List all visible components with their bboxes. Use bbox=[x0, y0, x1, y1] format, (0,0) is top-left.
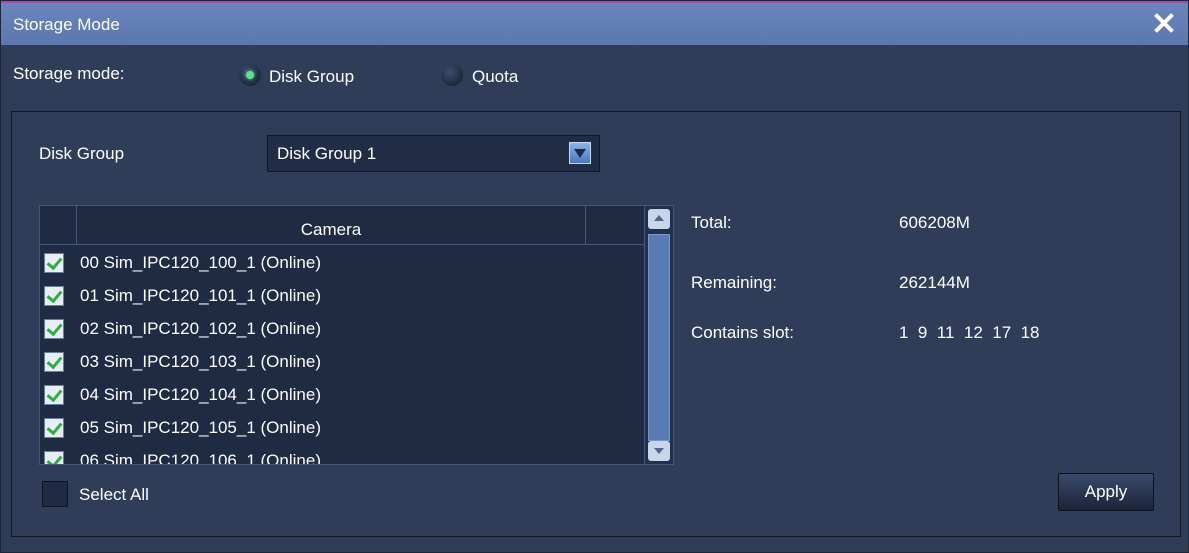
title-bar: Storage Mode bbox=[1, 1, 1188, 45]
camera-name: 01 Sim_IPC120_101_1 (Online) bbox=[80, 286, 321, 305]
row-checkbox[interactable] bbox=[44, 451, 64, 464]
contains-slot-value: 1 9 11 12 17 18 bbox=[899, 323, 1040, 342]
disk-group-selected-value: Disk Group 1 bbox=[277, 144, 377, 163]
checkbox-column-header bbox=[40, 206, 77, 244]
dialog-title: Storage Mode bbox=[13, 15, 120, 34]
camera-list: 00 Sim_IPC120_100_1 (Online) 01 Sim_IPC1… bbox=[40, 246, 645, 465]
chevron-down-icon[interactable] bbox=[569, 142, 591, 164]
disk-group-label: Disk Group bbox=[39, 144, 125, 163]
scroll-up-icon[interactable] bbox=[648, 209, 670, 229]
camera-name: 00 Sim_IPC120_100_1 (Online) bbox=[80, 253, 321, 272]
table-row[interactable]: 02 Sim_IPC120_102_1 (Online) bbox=[40, 312, 645, 345]
table-scrollbar[interactable] bbox=[644, 206, 673, 464]
camera-name: 02 Sim_IPC120_102_1 (Online) bbox=[80, 319, 321, 338]
radio-quota-label[interactable]: Quota bbox=[472, 67, 518, 87]
table-row[interactable]: 06 Sim_IPC120_106_1 (Online) bbox=[40, 444, 645, 465]
table-row[interactable]: 00 Sim_IPC120_100_1 (Online) bbox=[40, 246, 645, 279]
total-value: 606208M bbox=[899, 213, 970, 232]
total-label: Total: bbox=[691, 213, 732, 232]
select-all-checkbox[interactable] bbox=[42, 481, 68, 507]
remaining-label: Remaining: bbox=[691, 273, 777, 292]
camera-name: 06 Sim_IPC120_106_1 (Online) bbox=[80, 451, 321, 465]
remaining-value: 262144M bbox=[899, 273, 970, 292]
row-checkbox[interactable] bbox=[44, 253, 64, 273]
camera-table: Camera 00 Sim_IPC120_100_1 (Online) 01 S… bbox=[39, 205, 674, 465]
storage-mode-dialog: Storage Mode Storage mode: Disk Group Qu… bbox=[0, 0, 1189, 553]
row-checkbox[interactable] bbox=[44, 385, 64, 405]
row-checkbox[interactable] bbox=[44, 286, 64, 306]
table-row[interactable]: 04 Sim_IPC120_104_1 (Online) bbox=[40, 378, 645, 411]
camera-column-header: Camera bbox=[77, 206, 586, 244]
radio-quota[interactable] bbox=[441, 64, 463, 86]
scrollbar-thumb[interactable] bbox=[648, 234, 670, 441]
table-row[interactable]: 03 Sim_IPC120_103_1 (Online) bbox=[40, 345, 645, 378]
camera-name: 05 Sim_IPC120_105_1 (Online) bbox=[80, 418, 321, 437]
select-all-label[interactable]: Select All bbox=[79, 485, 149, 505]
camera-name: 03 Sim_IPC120_103_1 (Online) bbox=[80, 352, 321, 371]
row-checkbox[interactable] bbox=[44, 319, 64, 339]
table-header: Camera bbox=[40, 206, 645, 245]
radio-disk-group-label[interactable]: Disk Group bbox=[269, 67, 354, 87]
radio-disk-group[interactable] bbox=[239, 64, 261, 86]
close-icon[interactable] bbox=[1150, 9, 1178, 37]
storage-mode-label: Storage mode: bbox=[13, 64, 125, 83]
table-row[interactable]: 01 Sim_IPC120_101_1 (Online) bbox=[40, 279, 645, 312]
contains-slot-label: Contains slot: bbox=[691, 323, 794, 342]
disk-group-select[interactable]: Disk Group 1 bbox=[267, 135, 600, 172]
row-checkbox[interactable] bbox=[44, 352, 64, 372]
table-row[interactable]: 05 Sim_IPC120_105_1 (Online) bbox=[40, 411, 645, 444]
camera-name: 04 Sim_IPC120_104_1 (Online) bbox=[80, 385, 321, 404]
scroll-down-icon[interactable] bbox=[648, 441, 670, 461]
apply-button[interactable]: Apply bbox=[1058, 473, 1154, 511]
row-checkbox[interactable] bbox=[44, 418, 64, 438]
